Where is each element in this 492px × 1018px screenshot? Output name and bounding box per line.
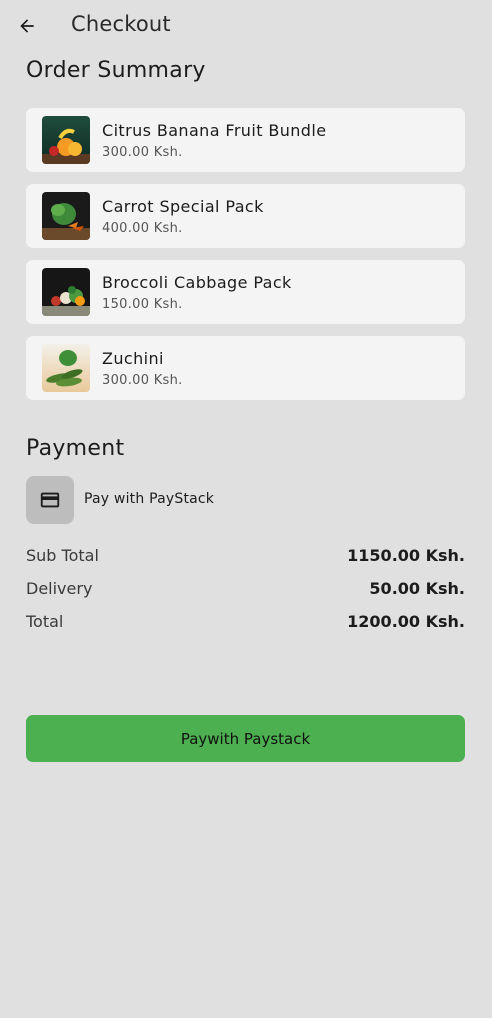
list-item[interactable]: Zuchini 300.00 Ksh.: [26, 336, 465, 400]
list-item[interactable]: Broccoli Cabbage Pack 150.00 Ksh.: [26, 260, 465, 324]
order-summary-heading: Order Summary: [26, 58, 206, 83]
item-price: 300.00 Ksh.: [102, 145, 183, 160]
checkout-screen: Checkout Order Summary Citrus Banana Fru…: [0, 0, 492, 1018]
payment-heading: Payment: [26, 436, 125, 461]
total-row: Total 1200.00 Ksh.: [26, 610, 465, 643]
item-price: 400.00 Ksh.: [102, 221, 183, 236]
item-name: Carrot Special Pack: [102, 197, 264, 216]
item-name: Broccoli Cabbage Pack: [102, 273, 292, 292]
payment-method-label: Pay with PayStack: [84, 491, 215, 507]
order-totals: Sub Total 1150.00 Ksh. Delivery 50.00 Ks…: [26, 544, 465, 643]
payment-method-icon-box: [26, 476, 74, 524]
list-item[interactable]: Citrus Banana Fruit Bundle 300.00 Ksh.: [26, 108, 465, 172]
item-name: Zuchini: [102, 349, 164, 368]
subtotal-label: Sub Total: [26, 546, 99, 565]
product-thumbnail: [42, 344, 90, 392]
delivery-row: Delivery 50.00 Ksh.: [26, 577, 465, 610]
product-thumbnail: [42, 268, 90, 316]
order-items-list: Citrus Banana Fruit Bundle 300.00 Ksh. C…: [26, 108, 465, 412]
app-bar: Checkout: [0, 0, 492, 52]
product-thumbnail: [42, 192, 90, 240]
item-price: 150.00 Ksh.: [102, 297, 183, 312]
arrow-back-icon: [20, 19, 34, 33]
item-name: Citrus Banana Fruit Bundle: [102, 121, 327, 140]
back-button[interactable]: [10, 10, 44, 42]
product-thumbnail: [42, 116, 90, 164]
page-title: Checkout: [71, 12, 171, 36]
delivery-value: 50.00 Ksh.: [369, 579, 465, 598]
total-value: 1200.00 Ksh.: [347, 612, 465, 631]
payment-method-option[interactable]: Pay with PayStack: [26, 476, 326, 524]
item-price: 300.00 Ksh.: [102, 373, 183, 388]
pay-with-paystack-button[interactable]: Paywith Paystack: [26, 715, 465, 762]
list-item[interactable]: Carrot Special Pack 400.00 Ksh.: [26, 184, 465, 248]
credit-card-icon: [40, 492, 60, 508]
subtotal-value: 1150.00 Ksh.: [347, 546, 465, 565]
total-label: Total: [26, 612, 64, 631]
delivery-label: Delivery: [26, 579, 93, 598]
subtotal-row: Sub Total 1150.00 Ksh.: [26, 544, 465, 577]
